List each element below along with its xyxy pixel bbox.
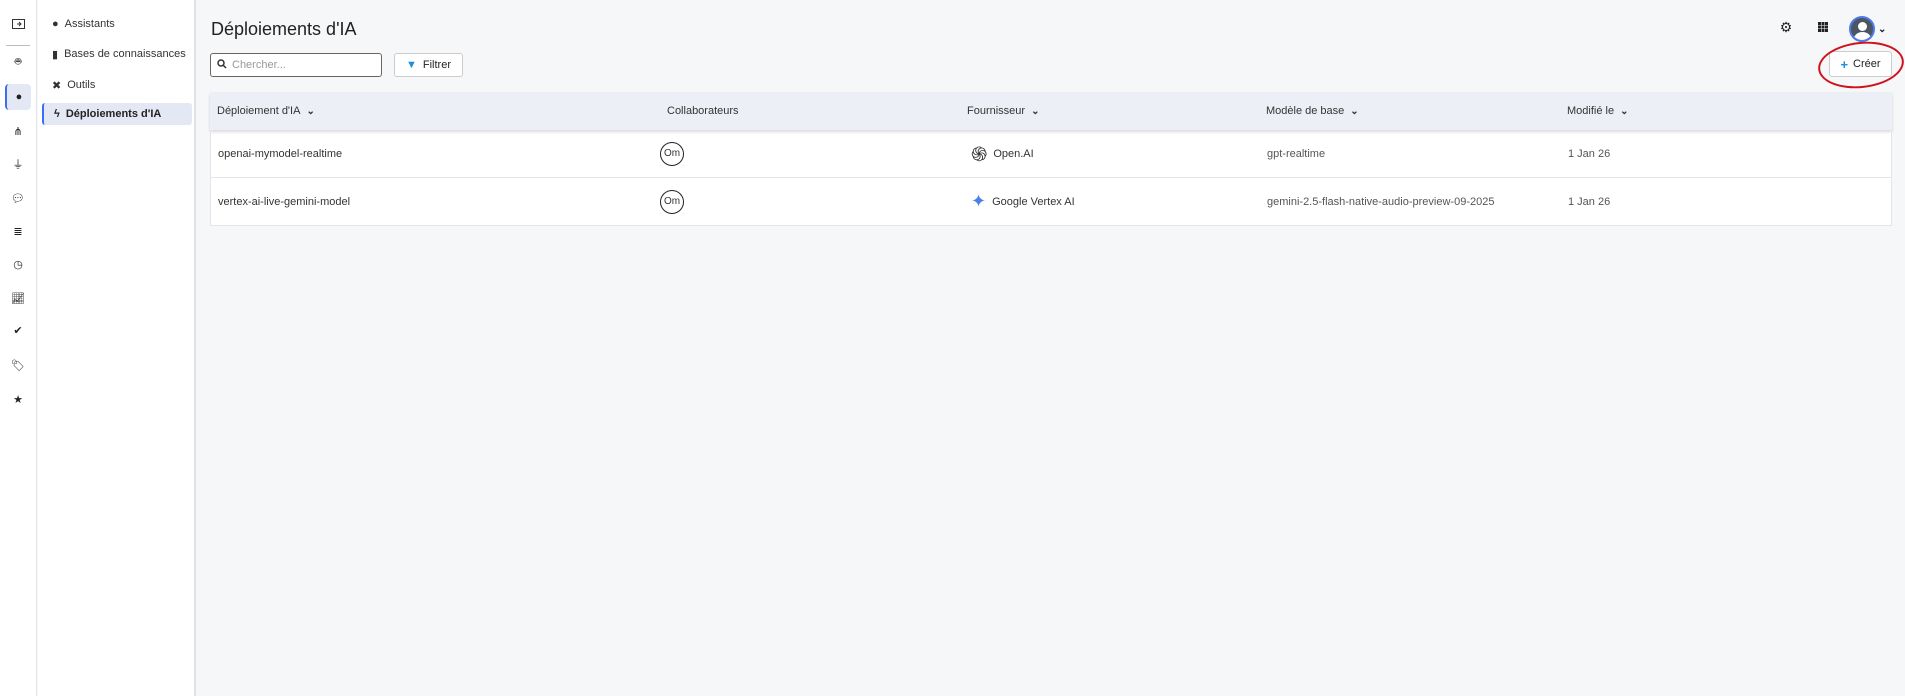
chart-line-icon[interactable]: 📈︎ xyxy=(5,285,31,311)
filter-button[interactable]: ▼ Filtrer xyxy=(394,53,463,77)
plug-icon[interactable]: ⏚ xyxy=(5,151,31,177)
chevron-down-icon: ⌄ xyxy=(1031,105,1040,117)
chevron-down-icon: ⌄ xyxy=(1350,105,1359,117)
column-header-deployment[interactable]: Déploiement d'IA ⌄ xyxy=(217,92,315,130)
collaborator-badge: Om xyxy=(660,189,684,214)
book-icon: ▮ xyxy=(52,48,59,61)
modified-date: 1 Jan 26 xyxy=(1568,147,1611,160)
database-icon[interactable]: ≣ xyxy=(5,218,31,244)
sidebar-item-assistants[interactable]: ● Assistants xyxy=(42,13,192,35)
chevron-down-icon: ⌄ xyxy=(1878,23,1887,35)
column-header-base-model[interactable]: Modèle de base ⌄ xyxy=(1266,92,1359,130)
column-header-provider[interactable]: Fournisseur ⌄ xyxy=(967,92,1039,130)
secondary-sidebar: ● Assistants ▮ Bases de connaissances ✖ Out… xyxy=(38,0,196,696)
create-button[interactable]: + Créer xyxy=(1829,51,1892,77)
search-input[interactable]: Chercher... xyxy=(210,53,382,77)
clock-icon[interactable]: ◷ xyxy=(5,251,31,277)
brain-icon: ● xyxy=(52,18,59,30)
check-circle-icon[interactable]: ✔ xyxy=(5,317,31,343)
panel-toggle-icon[interactable] xyxy=(5,11,31,37)
icon-rail: 🤖︎ ● ⋔ ⏚ 💬︎ ≣ ◷ 📈︎ ✔ 🏷︎ ★ xyxy=(0,0,37,696)
gear-icon[interactable]: ⚙ xyxy=(1776,16,1796,38)
user-menu[interactable]: ⌄ xyxy=(1849,16,1886,42)
page-title: Déploiements d'IA xyxy=(211,19,357,39)
base-model: gemini-2.5-flash-native-audio-preview-09… xyxy=(1267,195,1495,208)
star-icon[interactable]: ★ xyxy=(5,386,31,412)
sitemap-icon[interactable]: ⋔ xyxy=(5,118,31,144)
collaborator-badge: Om xyxy=(660,141,684,166)
avatar xyxy=(1849,16,1875,42)
search-icon xyxy=(217,58,227,72)
chevron-down-icon: ⌄ xyxy=(306,105,315,117)
comments-icon[interactable]: 💬︎ xyxy=(5,185,31,211)
table-row[interactable]: openai-mymodel-realtime Om ֍ Open.AI gpt-… xyxy=(210,130,1892,178)
plus-icon: + xyxy=(1840,56,1849,72)
tools-icon: ✖ xyxy=(52,79,62,92)
robot-icon[interactable]: 🤖︎ xyxy=(5,49,31,75)
bolt-icon: ϟ xyxy=(54,108,60,120)
apps-grid-icon[interactable] xyxy=(1813,16,1833,38)
table-header: Déploiement d'IA ⌄ Collaborateurs Fournis… xyxy=(210,92,1892,130)
table-row[interactable]: vertex-ai-live-gemini-model Om ✦ Google V… xyxy=(210,178,1892,226)
divider xyxy=(6,45,30,46)
brain-icon[interactable]: ● xyxy=(5,84,31,110)
sidebar-item-tools[interactable]: ✖ Outils xyxy=(42,74,192,96)
base-model: gpt-realtime xyxy=(1267,147,1326,160)
filter-icon: ▼ xyxy=(406,59,417,71)
sidebar-item-ai-deployments[interactable]: ϟ Déploiements d'IA xyxy=(42,103,192,125)
deployment-name[interactable]: vertex-ai-live-gemini-model xyxy=(218,178,350,225)
openai-logo-icon: ֍ xyxy=(971,144,988,166)
tag-icon[interactable]: 🏷︎ xyxy=(5,352,31,378)
modified-date: 1 Jan 26 xyxy=(1568,195,1611,208)
provider-name: Google Vertex AI xyxy=(992,195,1075,208)
google-vertex-logo-icon: ✦ xyxy=(971,191,987,211)
deployments-table: Déploiement d'IA ⌄ Collaborateurs Fournis… xyxy=(210,92,1892,226)
chevron-down-icon: ⌄ xyxy=(1620,105,1629,117)
column-header-modified[interactable]: Modifié le ⌄ xyxy=(1567,92,1628,130)
sidebar-item-knowledge-bases[interactable]: ▮ Bases de connaissances xyxy=(42,43,192,65)
column-header-collaborators: Collaborateurs xyxy=(667,105,739,117)
deployment-name[interactable]: openai-mymodel-realtime xyxy=(218,130,342,177)
provider-name: Open.AI xyxy=(993,147,1034,160)
